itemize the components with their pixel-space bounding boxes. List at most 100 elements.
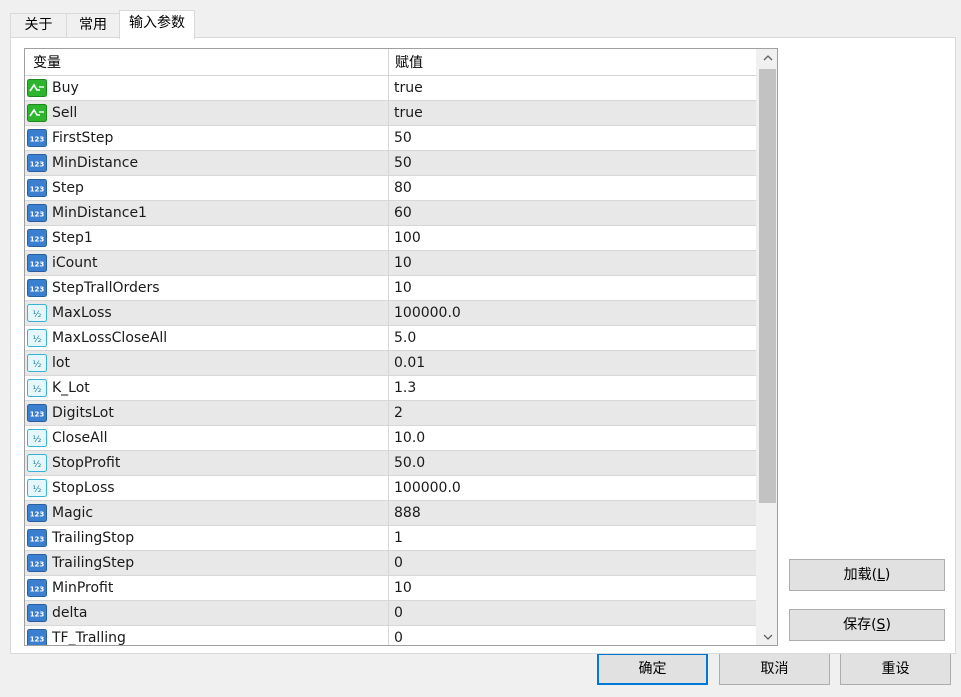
cell-divider bbox=[388, 376, 389, 401]
svg-text:123: 123 bbox=[30, 236, 45, 244]
table-row[interactable]: 123 delta 0 bbox=[25, 601, 756, 626]
parameter-name: iCount bbox=[52, 255, 98, 271]
double-icon: ½ bbox=[27, 479, 47, 497]
inputs-panel: 变量 赋值 Buy true Sell true 123 FirstStep 50 123 Mi… bbox=[10, 37, 956, 654]
parameter-value[interactable]: 1 bbox=[394, 526, 403, 551]
scroll-up-button[interactable] bbox=[757, 49, 777, 66]
cell-divider bbox=[388, 351, 389, 376]
parameter-value[interactable]: 0.01 bbox=[394, 351, 425, 376]
cell-divider bbox=[388, 501, 389, 526]
tab-common[interactable]: 常用 bbox=[66, 13, 120, 38]
parameter-value[interactable]: 10 bbox=[394, 276, 412, 301]
cancel-button[interactable]: 取消 bbox=[719, 653, 830, 685]
table-row[interactable]: ½ lot 0.01 bbox=[25, 351, 756, 376]
load-button[interactable]: 加载(L) bbox=[789, 559, 945, 591]
table-row[interactable]: 123 MinDistance1 60 bbox=[25, 201, 756, 226]
cell-divider bbox=[388, 476, 389, 501]
parameter-value[interactable]: 0 bbox=[394, 551, 403, 576]
svg-text:123: 123 bbox=[30, 536, 45, 544]
save-button[interactable]: 保存(S) bbox=[789, 609, 945, 641]
scroll-thumb[interactable] bbox=[759, 69, 776, 503]
table-row[interactable]: 123 FirstStep 50 bbox=[25, 126, 756, 151]
svg-text:123: 123 bbox=[30, 561, 45, 569]
parameter-value[interactable]: 10 bbox=[394, 251, 412, 276]
int-icon: 123 bbox=[27, 204, 47, 222]
table-row[interactable]: ½ MaxLossCloseAll 5.0 bbox=[25, 326, 756, 351]
parameter-value[interactable]: true bbox=[394, 76, 423, 101]
table-row[interactable]: ½ K_Lot 1.3 bbox=[25, 376, 756, 401]
parameter-name: TrailingStop bbox=[52, 530, 135, 546]
cell-divider bbox=[388, 101, 389, 126]
chevron-up-icon bbox=[763, 54, 772, 60]
tab-about[interactable]: 关于 bbox=[10, 13, 67, 38]
cell-divider bbox=[388, 251, 389, 276]
save-button-label: 保存 bbox=[843, 617, 872, 633]
table-row[interactable]: 123 Step 80 bbox=[25, 176, 756, 201]
parameter-name: CloseAll bbox=[52, 430, 108, 446]
table-row[interactable]: 123 DigitsLot 2 bbox=[25, 401, 756, 426]
cell-divider bbox=[388, 126, 389, 151]
parameter-name: DigitsLot bbox=[52, 405, 114, 421]
int-icon: 123 bbox=[27, 129, 47, 147]
cell-divider bbox=[388, 626, 389, 645]
table-row[interactable]: ½ StopProfit 50.0 bbox=[25, 451, 756, 476]
table-row[interactable]: ½ MaxLoss 100000.0 bbox=[25, 301, 756, 326]
parameter-value[interactable]: 50 bbox=[394, 126, 412, 151]
cancel-button-label: 取消 bbox=[760, 661, 789, 677]
parameter-name: Sell bbox=[52, 105, 78, 121]
double-icon: ½ bbox=[27, 354, 47, 372]
column-header-value[interactable]: 赋值 bbox=[395, 49, 423, 75]
table-row[interactable]: 123 MinProfit 10 bbox=[25, 576, 756, 601]
double-icon: ½ bbox=[27, 429, 47, 447]
parameter-value[interactable]: 100 bbox=[394, 226, 421, 251]
int-icon: 123 bbox=[27, 154, 47, 172]
column-header-variable[interactable]: 变量 bbox=[33, 49, 61, 75]
table-row[interactable]: 123 iCount 10 bbox=[25, 251, 756, 276]
tab-inputs-label: 输入参数 bbox=[129, 15, 185, 31]
table-row[interactable]: Buy true bbox=[25, 76, 756, 101]
table-row[interactable]: ½ CloseAll 10.0 bbox=[25, 426, 756, 451]
parameter-value[interactable]: 80 bbox=[394, 176, 412, 201]
parameter-name: lot bbox=[52, 355, 70, 371]
parameter-value[interactable]: 10 bbox=[394, 576, 412, 601]
ok-button[interactable]: 确定 bbox=[597, 653, 708, 685]
parameter-name: TrailingStep bbox=[52, 555, 135, 571]
vertical-scrollbar[interactable] bbox=[756, 49, 777, 645]
parameter-value[interactable]: true bbox=[394, 101, 423, 126]
parameter-value[interactable]: 50 bbox=[394, 151, 412, 176]
parameter-value[interactable]: 100000.0 bbox=[394, 301, 461, 326]
svg-text:½: ½ bbox=[33, 385, 42, 395]
parameter-value[interactable]: 0 bbox=[394, 626, 403, 645]
table-row[interactable]: 123 TF_Tralling 0 bbox=[25, 626, 756, 645]
table-row[interactable]: ½ StopLoss 100000.0 bbox=[25, 476, 756, 501]
table-row[interactable]: 123 TrailingStep 0 bbox=[25, 551, 756, 576]
svg-text:½: ½ bbox=[33, 335, 42, 345]
tab-inputs[interactable]: 输入参数 bbox=[119, 10, 195, 39]
table-row[interactable]: 123 Magic 888 bbox=[25, 501, 756, 526]
parameter-value[interactable]: 888 bbox=[394, 501, 421, 526]
ok-button-label: 确定 bbox=[638, 661, 667, 677]
int-icon: 123 bbox=[27, 404, 47, 422]
scroll-down-button[interactable] bbox=[757, 628, 777, 645]
table-row[interactable]: 123 StepTrallOrders 10 bbox=[25, 276, 756, 301]
reset-button[interactable]: 重设 bbox=[840, 653, 951, 685]
parameter-value[interactable]: 10.0 bbox=[394, 426, 425, 451]
table-row[interactable]: Sell true bbox=[25, 101, 756, 126]
int-icon: 123 bbox=[27, 554, 47, 572]
cell-divider bbox=[388, 226, 389, 251]
column-divider[interactable] bbox=[388, 49, 389, 76]
parameter-value[interactable]: 50.0 bbox=[394, 451, 425, 476]
table-row[interactable]: 123 MinDistance 50 bbox=[25, 151, 756, 176]
parameter-value[interactable]: 100000.0 bbox=[394, 476, 461, 501]
parameter-value[interactable]: 1.3 bbox=[394, 376, 416, 401]
int-icon: 123 bbox=[27, 279, 47, 297]
parameter-value[interactable]: 2 bbox=[394, 401, 403, 426]
parameter-value[interactable]: 60 bbox=[394, 201, 412, 226]
parameter-value[interactable]: 0 bbox=[394, 601, 403, 626]
parameter-value[interactable]: 5.0 bbox=[394, 326, 416, 351]
cell-divider bbox=[388, 426, 389, 451]
table-row[interactable]: 123 Step1 100 bbox=[25, 226, 756, 251]
int-icon: 123 bbox=[27, 179, 47, 197]
svg-text:123: 123 bbox=[30, 261, 45, 269]
table-row[interactable]: 123 TrailingStop 1 bbox=[25, 526, 756, 551]
